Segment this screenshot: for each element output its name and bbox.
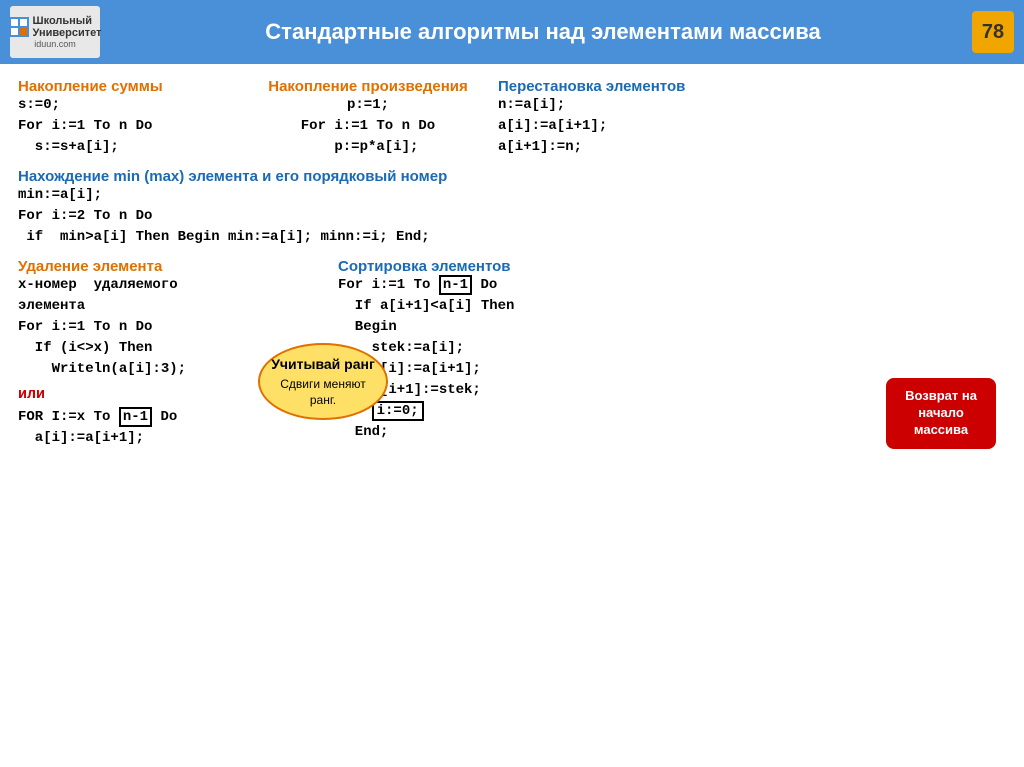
swap-line2: a[i]:=a[i+1];: [498, 116, 1006, 137]
bubble-sub: Сдвиги меняют ранг.: [268, 377, 378, 408]
del-title: Удаление элемента: [18, 258, 318, 275]
logo-icon: [9, 17, 29, 37]
sort-title: Сортировка элементов: [338, 258, 1006, 275]
sort-line2: If a[i+1]<a[i] Then: [338, 296, 1006, 317]
min-line3: if min>a[i] Then Begin min:=a[i]; minn:=…: [18, 227, 1006, 248]
swap-code: n:=a[i]; a[i]:=a[i+1]; a[i+1]:=n;: [498, 95, 1006, 158]
del-line7: a[i]:=a[i+1];: [18, 428, 318, 449]
del-line1: x-номер удаляемого: [18, 275, 318, 296]
del-line6: FOR I:=x To n-1 Do: [18, 407, 318, 428]
prod-title: Накопление произведения: [238, 78, 498, 95]
bubble-title: Учитывай ранг: [268, 355, 378, 373]
swap-title: Перестановка элементов: [498, 78, 1006, 95]
header-title: Стандартные алгоритмы над элементами мас…: [114, 19, 972, 45]
sum-code: s:=0; For i:=1 To n Do s:=s+a[i];: [18, 95, 238, 158]
logo-text-sub1: Университет: [33, 27, 102, 39]
sort-line1: For i:=1 To n-1 Do: [338, 275, 1006, 296]
swap-section: Перестановка элементов n:=a[i]; a[i]:=a[…: [498, 78, 1006, 158]
logo-url: iduun.com: [34, 39, 76, 49]
sort-line4: stek:=a[i];: [338, 338, 1006, 359]
sum-section: Накопление суммы s:=0; For i:=1 To n Do …: [18, 78, 238, 158]
sort-line5: a[i]:=a[i+1];: [338, 359, 1006, 380]
sum-line3: s:=s+a[i];: [18, 137, 238, 158]
swap-line3: a[i+1]:=n;: [498, 137, 1006, 158]
min-code: min:=a[i]; For i:=2 To n Do if min>a[i] …: [18, 185, 1006, 248]
prod-section: Накопление произведения p:=1; For i:=1 T…: [238, 78, 498, 158]
del-line3: For i:=1 To n Do: [18, 317, 318, 338]
bubble-учитывай: Учитывай ранг Сдвиги меняют ранг.: [258, 343, 388, 420]
prod-line3: p:=p*a[i];: [238, 137, 498, 158]
del-line2: элемента: [18, 296, 318, 317]
sum-line2: For i:=1 To n Do: [18, 116, 238, 137]
bubble-return: Возврат на начало массива: [886, 378, 996, 449]
prod-code: p:=1; For i:=1 To n Do p:=p*a[i];: [238, 95, 498, 158]
sum-line1: s:=0;: [18, 95, 238, 116]
page-number: 78: [972, 11, 1014, 53]
header: Школьный Университет iduun.com Стандартн…: [0, 0, 1024, 64]
top-row: Накопление суммы s:=0; For i:=1 To n Do …: [18, 78, 1006, 158]
bottom-row: Удаление элемента x-номер удаляемого эле…: [18, 258, 1006, 449]
content: Накопление суммы s:=0; For i:=1 To n Do …: [0, 64, 1024, 459]
prod-line1: p:=1;: [238, 95, 498, 116]
logo-text-main: Школьный: [33, 15, 102, 27]
min-title: Нахождение min (max) элемента и его поря…: [18, 168, 1006, 185]
min-section: Нахождение min (max) элемента и его поря…: [18, 168, 1006, 248]
sum-title: Накопление суммы: [18, 78, 238, 95]
logo: Школьный Университет iduun.com: [10, 6, 100, 58]
sort-line3: Begin: [338, 317, 1006, 338]
min-line2: For i:=2 To n Do: [18, 206, 1006, 227]
return-text: Возврат на начало массива: [894, 388, 988, 439]
swap-line1: n:=a[i];: [498, 95, 1006, 116]
prod-line2: For i:=1 To n Do: [238, 116, 498, 137]
min-line1: min:=a[i];: [18, 185, 1006, 206]
delete-section: Удаление элемента x-номер удаляемого эле…: [18, 258, 318, 449]
